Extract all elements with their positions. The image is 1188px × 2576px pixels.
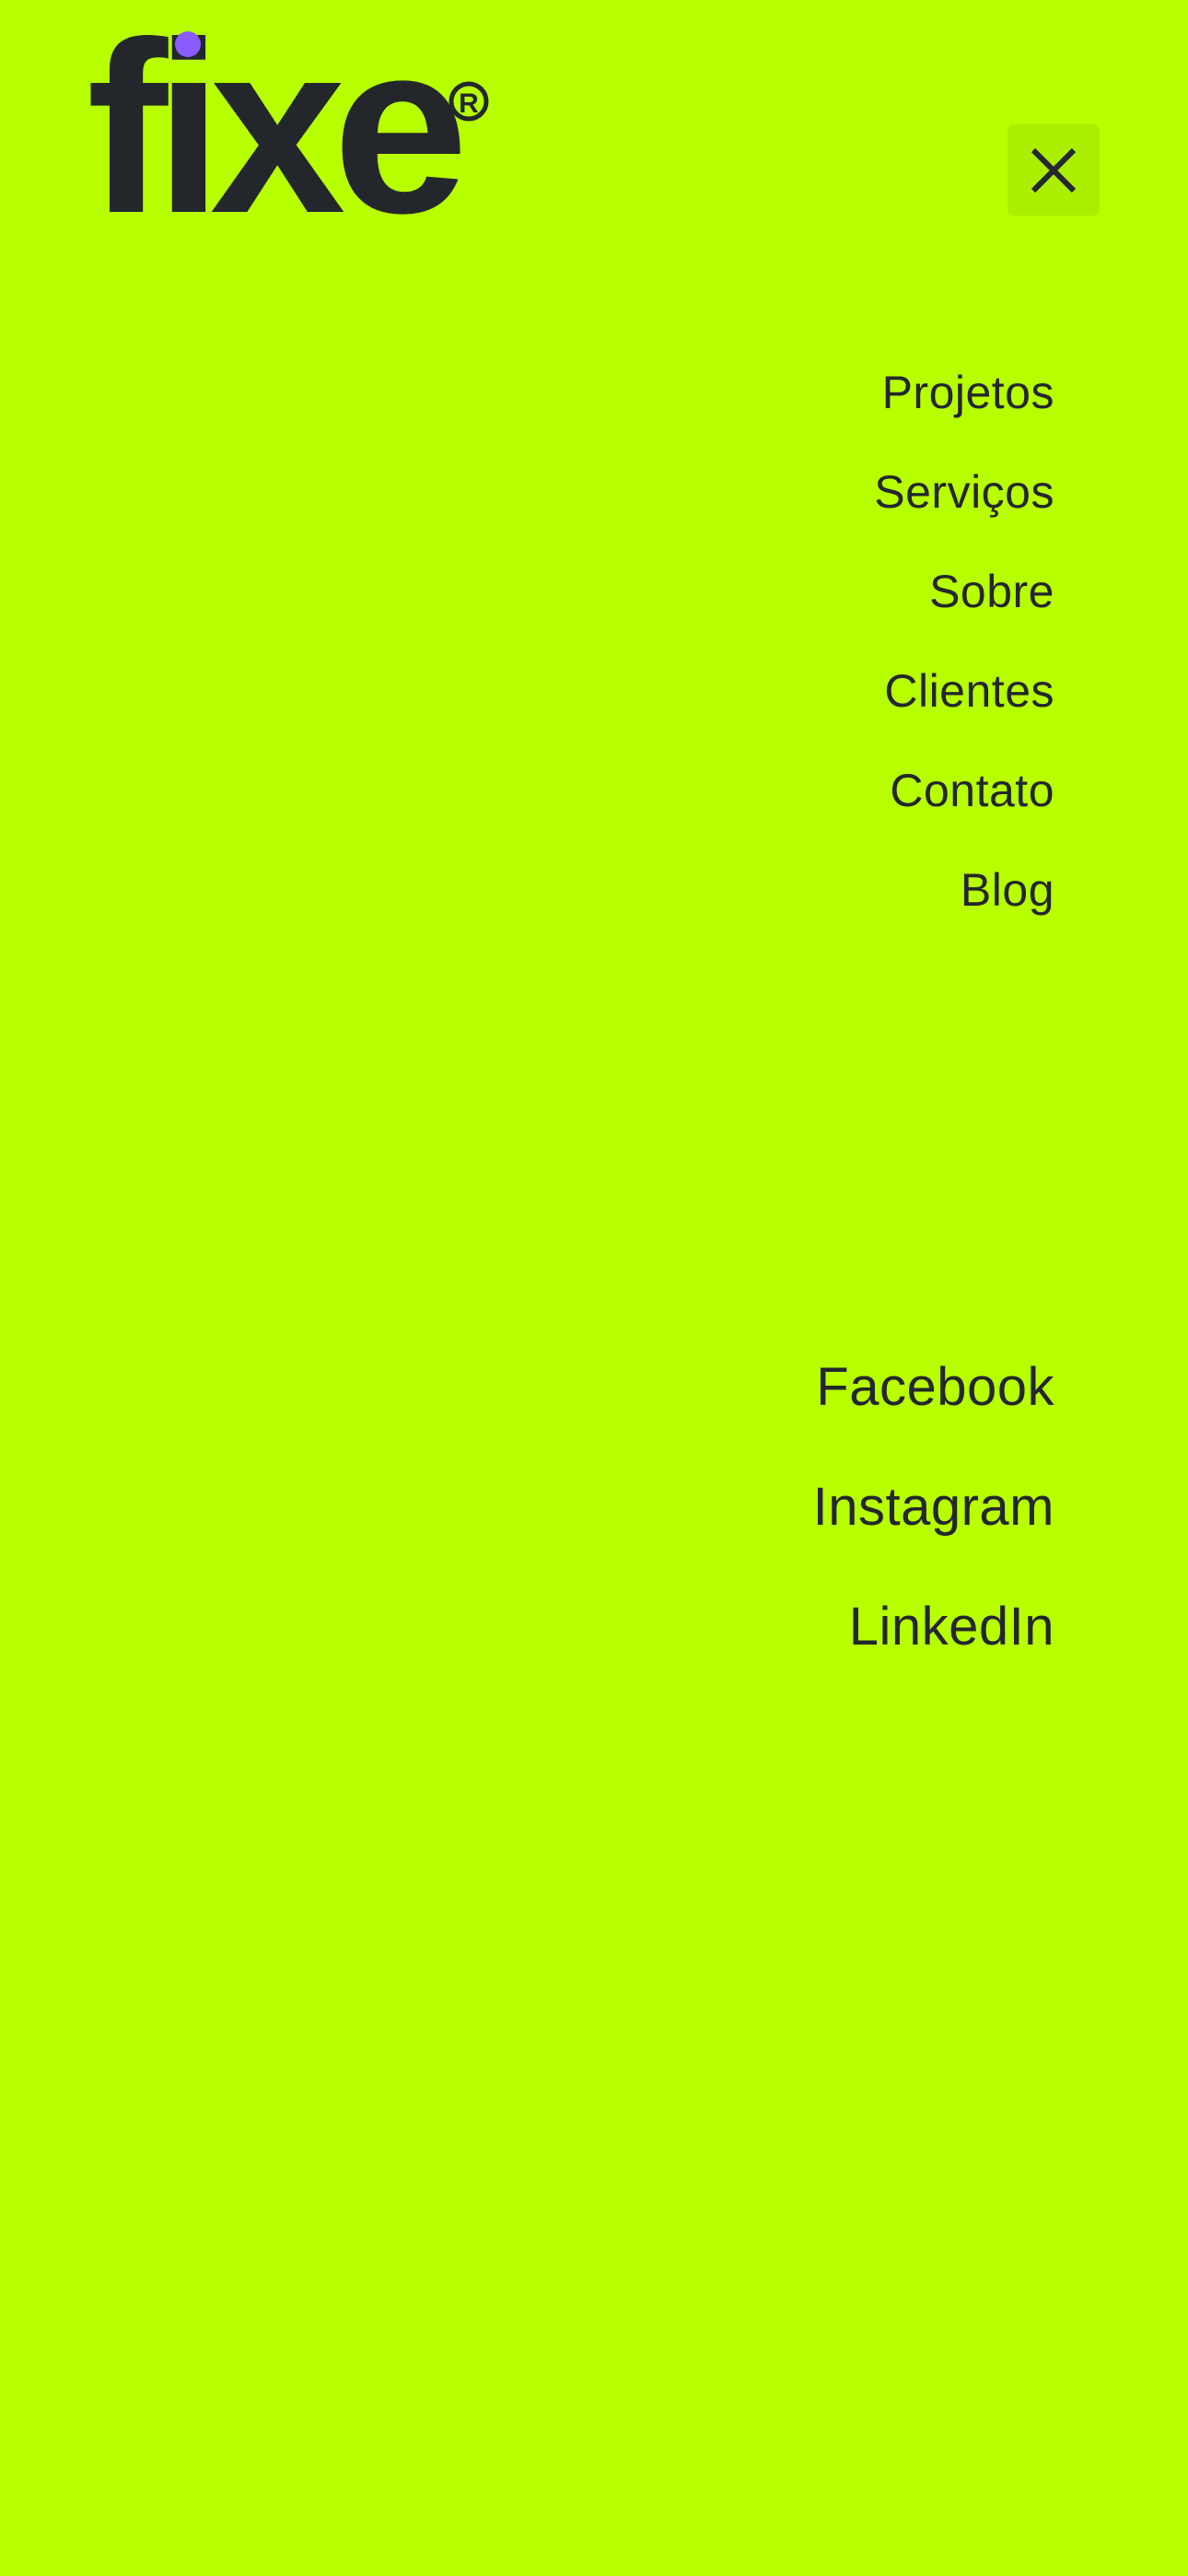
main-navigation: Projetos Serviços Sobre Clientes Contato… bbox=[874, 359, 1054, 956]
nav-link-clientes[interactable]: Clientes bbox=[884, 665, 1054, 717]
nav-link-blog[interactable]: Blog bbox=[961, 864, 1054, 916]
nav-item-projetos[interactable]: Projetos bbox=[874, 359, 1054, 459]
close-icon bbox=[1031, 147, 1077, 193]
nav-item-sobre[interactable]: Sobre bbox=[874, 558, 1054, 658]
nav-item-contato[interactable]: Contato bbox=[874, 757, 1054, 857]
svg-text:fixe: fixe bbox=[87, 28, 462, 221]
social-links: Facebook Instagram LinkedIn bbox=[813, 1349, 1054, 1708]
nav-item-blog[interactable]: Blog bbox=[874, 857, 1054, 956]
social-item-instagram[interactable]: Instagram bbox=[813, 1469, 1054, 1588]
social-item-linkedin[interactable]: LinkedIn bbox=[813, 1588, 1054, 1708]
nav-item-clientes[interactable]: Clientes bbox=[874, 658, 1054, 757]
close-menu-button[interactable] bbox=[1007, 124, 1100, 216]
social-link-facebook[interactable]: Facebook bbox=[816, 1357, 1054, 1417]
nav-item-servicos[interactable]: Serviços bbox=[874, 459, 1054, 558]
nav-link-servicos[interactable]: Serviços bbox=[874, 466, 1054, 518]
social-link-linkedin[interactable]: LinkedIn bbox=[849, 1597, 1054, 1657]
nav-link-projetos[interactable]: Projetos bbox=[882, 367, 1054, 418]
svg-text:R: R bbox=[459, 88, 479, 119]
social-link-instagram[interactable]: Instagram bbox=[813, 1477, 1054, 1537]
social-item-facebook[interactable]: Facebook bbox=[813, 1349, 1054, 1469]
nav-link-contato[interactable]: Contato bbox=[890, 765, 1054, 816]
nav-link-sobre[interactable]: Sobre bbox=[929, 566, 1054, 617]
brand-logo[interactable]: fixe R bbox=[87, 28, 501, 221]
